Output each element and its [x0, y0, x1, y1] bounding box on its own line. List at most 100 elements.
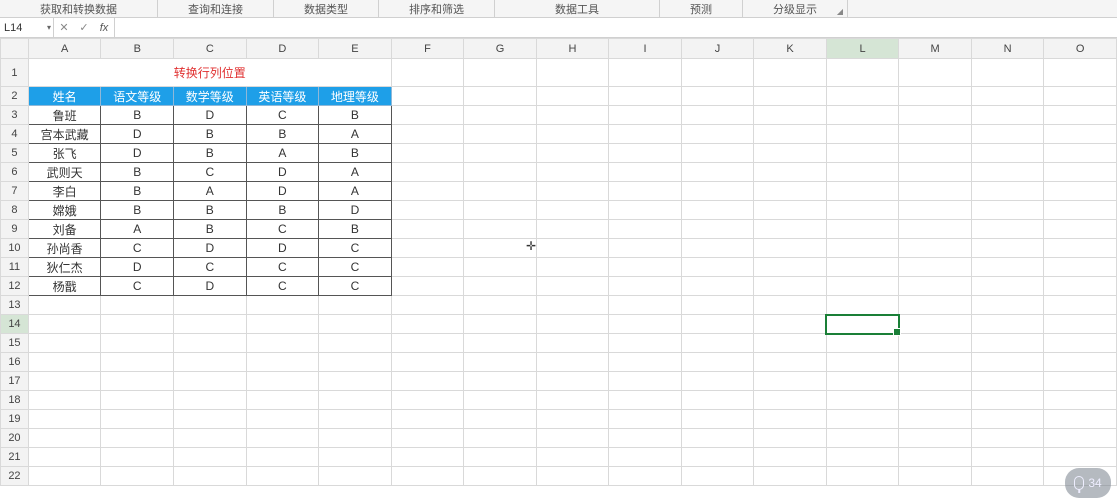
cell-L4[interactable] — [826, 125, 899, 144]
cell-L14[interactable] — [826, 315, 899, 334]
cell-F17[interactable] — [391, 372, 464, 391]
cell-A13[interactable] — [28, 296, 101, 315]
cell-O14[interactable] — [1044, 315, 1117, 334]
cell-K4[interactable] — [754, 125, 827, 144]
cell-I18[interactable] — [609, 391, 681, 410]
cell-J15[interactable] — [681, 334, 754, 353]
cell-M17[interactable] — [899, 372, 972, 391]
cell-K8[interactable] — [754, 201, 827, 220]
cell-F4[interactable] — [391, 125, 464, 144]
cell-O3[interactable] — [1044, 106, 1117, 125]
row-header-20[interactable]: 20 — [1, 429, 29, 448]
cell-J20[interactable] — [681, 429, 754, 448]
cell-H9[interactable] — [536, 220, 609, 239]
table-row-grade[interactable]: C — [101, 239, 174, 258]
cell-G12[interactable] — [464, 277, 537, 296]
cell-L15[interactable] — [826, 334, 899, 353]
cell-H1[interactable] — [536, 59, 609, 87]
table-row-grade[interactable]: D — [246, 182, 319, 201]
cell-I16[interactable] — [609, 353, 681, 372]
cell-C20[interactable] — [174, 429, 247, 448]
row-header-16[interactable]: 16 — [1, 353, 29, 372]
cell-I7[interactable] — [609, 182, 681, 201]
ribbon-group-data-types[interactable]: 数据类型 — [274, 0, 379, 17]
cell-L2[interactable] — [826, 87, 899, 106]
table-row-grade[interactable]: C — [101, 277, 174, 296]
table-row-grade[interactable]: B — [319, 106, 392, 125]
table-row-name[interactable]: 宫本武藏 — [28, 125, 101, 144]
cell-J5[interactable] — [681, 144, 754, 163]
cell-J10[interactable] — [681, 239, 754, 258]
cell-G7[interactable] — [464, 182, 537, 201]
row-header-17[interactable]: 17 — [1, 372, 29, 391]
cell-D22[interactable] — [246, 467, 319, 486]
table-row-grade[interactable]: B — [101, 163, 174, 182]
cell-B22[interactable] — [101, 467, 174, 486]
row-header-10[interactable]: 10 — [1, 239, 29, 258]
cell-F9[interactable] — [391, 220, 464, 239]
cell-H7[interactable] — [536, 182, 609, 201]
cell-F2[interactable] — [391, 87, 464, 106]
cell-A19[interactable] — [28, 410, 101, 429]
column-header-B[interactable]: B — [101, 39, 174, 59]
table-row-grade[interactable]: B — [101, 201, 174, 220]
row-header-2[interactable]: 2 — [1, 87, 29, 106]
cell-O17[interactable] — [1044, 372, 1117, 391]
table-header-1[interactable]: 语文等级 — [101, 87, 174, 106]
cell-F6[interactable] — [391, 163, 464, 182]
column-header-E[interactable]: E — [319, 39, 392, 59]
table-row-grade[interactable]: D — [246, 163, 319, 182]
cell-G17[interactable] — [464, 372, 537, 391]
cell-H15[interactable] — [536, 334, 609, 353]
cell-B13[interactable] — [101, 296, 174, 315]
cell-M21[interactable] — [899, 448, 972, 467]
row-header-19[interactable]: 19 — [1, 410, 29, 429]
cell-L18[interactable] — [826, 391, 899, 410]
cell-D18[interactable] — [246, 391, 319, 410]
cell-H2[interactable] — [536, 87, 609, 106]
row-header-1[interactable]: 1 — [1, 59, 29, 87]
worksheet-area[interactable]: ABCDEFGHIJKLMNO 1转换行列位置2姓名语文等级数学等级英语等级地理… — [0, 38, 1117, 486]
cell-M5[interactable] — [899, 144, 972, 163]
table-row-grade[interactable]: D — [101, 144, 174, 163]
cell-M14[interactable] — [899, 315, 972, 334]
ime-status-badge[interactable]: 34 — [1065, 468, 1111, 498]
cell-H8[interactable] — [536, 201, 609, 220]
cell-M12[interactable] — [899, 277, 972, 296]
cell-D17[interactable] — [246, 372, 319, 391]
cell-B16[interactable] — [101, 353, 174, 372]
cell-C18[interactable] — [174, 391, 247, 410]
cell-H18[interactable] — [536, 391, 609, 410]
cell-G22[interactable] — [464, 467, 537, 486]
cell-K2[interactable] — [754, 87, 827, 106]
cell-I6[interactable] — [609, 163, 681, 182]
cell-M2[interactable] — [899, 87, 972, 106]
table-row-grade[interactable]: C — [246, 258, 319, 277]
table-row-name[interactable]: 武则天 — [28, 163, 101, 182]
cell-L17[interactable] — [826, 372, 899, 391]
cell-E13[interactable] — [319, 296, 392, 315]
cell-A22[interactable] — [28, 467, 101, 486]
cell-N4[interactable] — [971, 125, 1044, 144]
cell-E15[interactable] — [319, 334, 392, 353]
cell-A16[interactable] — [28, 353, 101, 372]
column-header-N[interactable]: N — [971, 39, 1044, 59]
cell-K5[interactable] — [754, 144, 827, 163]
cell-M11[interactable] — [899, 258, 972, 277]
cell-A21[interactable] — [28, 448, 101, 467]
table-row-grade[interactable]: B — [246, 201, 319, 220]
cell-N12[interactable] — [971, 277, 1044, 296]
cell-A15[interactable] — [28, 334, 101, 353]
cell-F3[interactable] — [391, 106, 464, 125]
cell-I10[interactable] — [609, 239, 681, 258]
cell-C15[interactable] — [174, 334, 247, 353]
cell-M22[interactable] — [899, 467, 972, 486]
column-header-F[interactable]: F — [391, 39, 464, 59]
cell-L6[interactable] — [826, 163, 899, 182]
cell-K13[interactable] — [754, 296, 827, 315]
cell-G21[interactable] — [464, 448, 537, 467]
cell-B17[interactable] — [101, 372, 174, 391]
cell-K3[interactable] — [754, 106, 827, 125]
cell-B21[interactable] — [101, 448, 174, 467]
cell-J18[interactable] — [681, 391, 754, 410]
